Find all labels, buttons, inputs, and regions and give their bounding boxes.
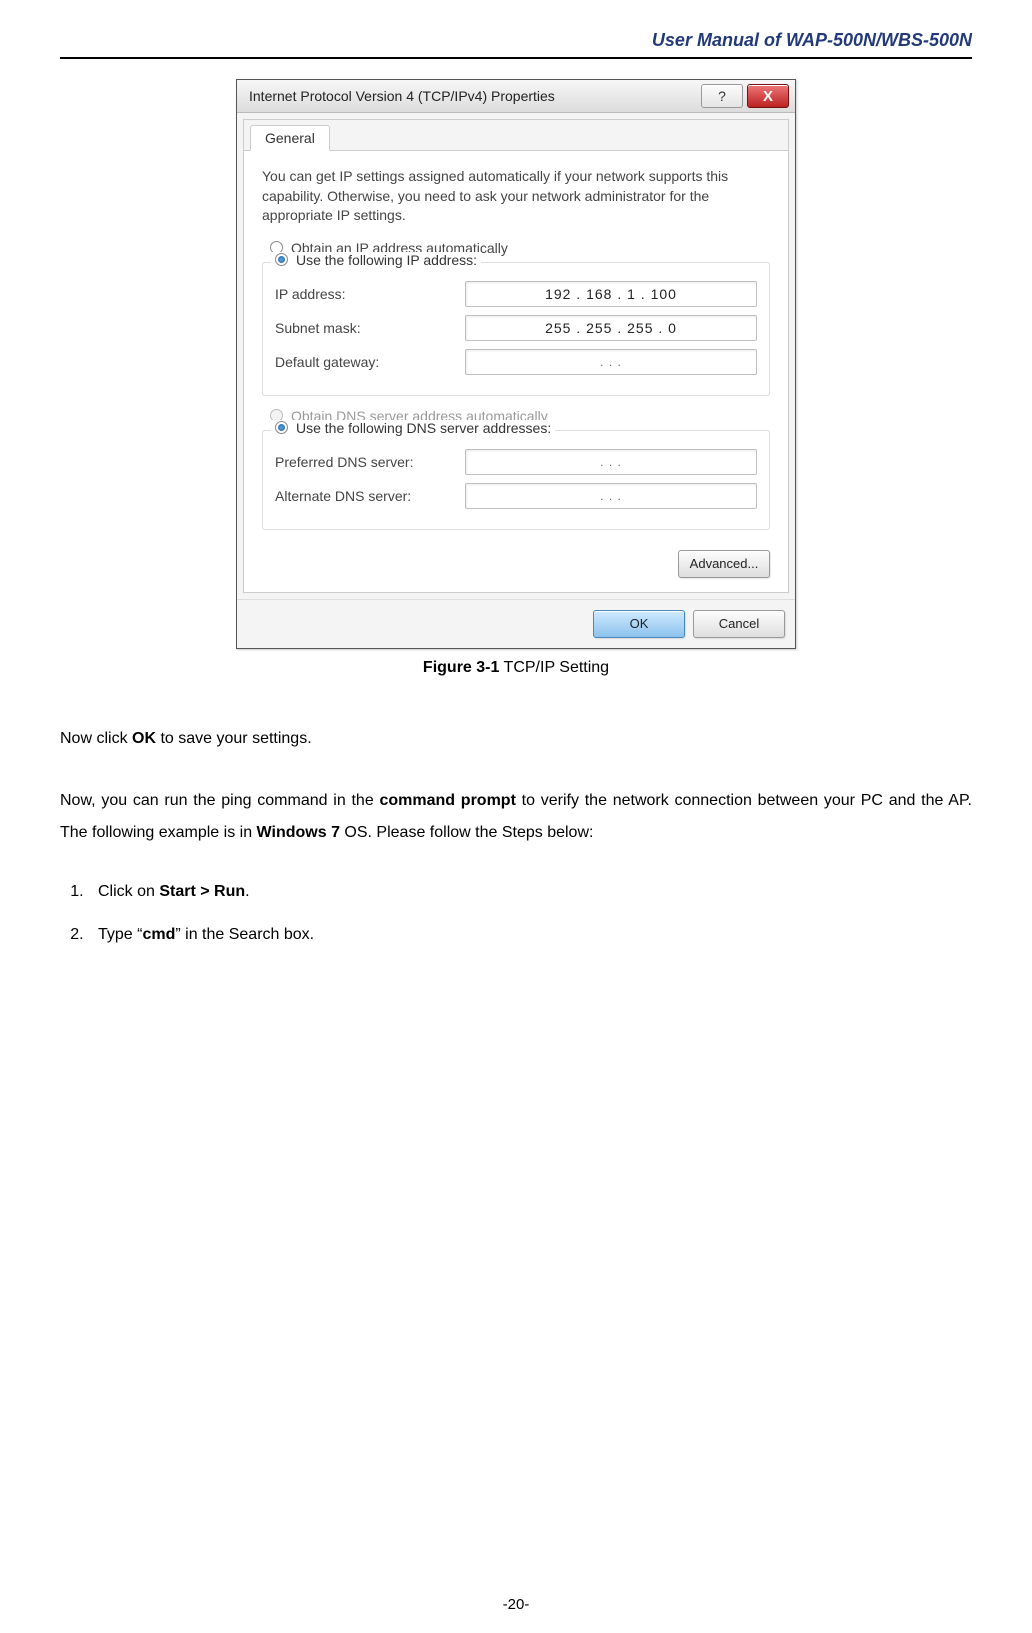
tcpip-properties-dialog: Internet Protocol Version 4 (TCP/IPv4) P…	[236, 79, 796, 649]
page-number: -20-	[0, 1596, 1032, 1613]
alternate-dns-label: Alternate DNS server:	[275, 488, 465, 504]
doc-header-title: User Manual of WAP-500N/WBS-500N	[60, 30, 972, 57]
ok-button[interactable]: OK	[593, 610, 685, 638]
ip-address-input[interactable]: 192 . 168 . 1 . 100	[465, 281, 757, 307]
step-1: Click on Start > Run.	[88, 879, 972, 905]
help-icon[interactable]: ?	[701, 84, 743, 108]
subnet-mask-label: Subnet mask:	[275, 320, 465, 336]
figure-caption: Figure 3-1 TCP/IP Setting	[60, 659, 972, 677]
header-rule	[60, 57, 972, 59]
radio-icon[interactable]	[275, 253, 288, 266]
preferred-dns-label: Preferred DNS server:	[275, 454, 465, 470]
paragraph-click-ok: Now click OK to save your settings.	[60, 723, 972, 755]
paragraph-ping: Now, you can run the ping command in the…	[60, 785, 972, 849]
tab-general[interactable]: General	[250, 125, 330, 151]
figure-label: Figure 3-1	[423, 659, 499, 676]
ip-fieldset: Use the following IP address: IP address…	[262, 262, 770, 396]
steps-list: Click on Start > Run. Type “cmd” in the …	[60, 879, 972, 948]
preferred-dns-input[interactable]: . . .	[465, 449, 757, 475]
ip-address-label: IP address:	[275, 286, 465, 302]
alternate-dns-input[interactable]: . . .	[465, 483, 757, 509]
dialog-titlebar: Internet Protocol Version 4 (TCP/IPv4) P…	[237, 80, 795, 113]
close-icon[interactable]: X	[747, 84, 789, 108]
radio-label[interactable]: Use the following IP address:	[296, 252, 477, 268]
dialog-title: Internet Protocol Version 4 (TCP/IPv4) P…	[243, 84, 561, 108]
dialog-explain-text: You can get IP settings assigned automat…	[262, 167, 770, 226]
radio-icon[interactable]	[275, 421, 288, 434]
subnet-mask-input[interactable]: 255 . 255 . 255 . 0	[465, 315, 757, 341]
figure-caption-text: TCP/IP Setting	[499, 659, 609, 676]
radio-label[interactable]: Use the following DNS server addresses:	[296, 420, 551, 436]
dns-fieldset: Use the following DNS server addresses: …	[262, 430, 770, 530]
cancel-button[interactable]: Cancel	[693, 610, 785, 638]
default-gateway-input[interactable]: . . .	[465, 349, 757, 375]
advanced-button[interactable]: Advanced...	[678, 550, 770, 578]
default-gateway-label: Default gateway:	[275, 354, 465, 370]
step-2: Type “cmd” in the Search box.	[88, 922, 972, 948]
